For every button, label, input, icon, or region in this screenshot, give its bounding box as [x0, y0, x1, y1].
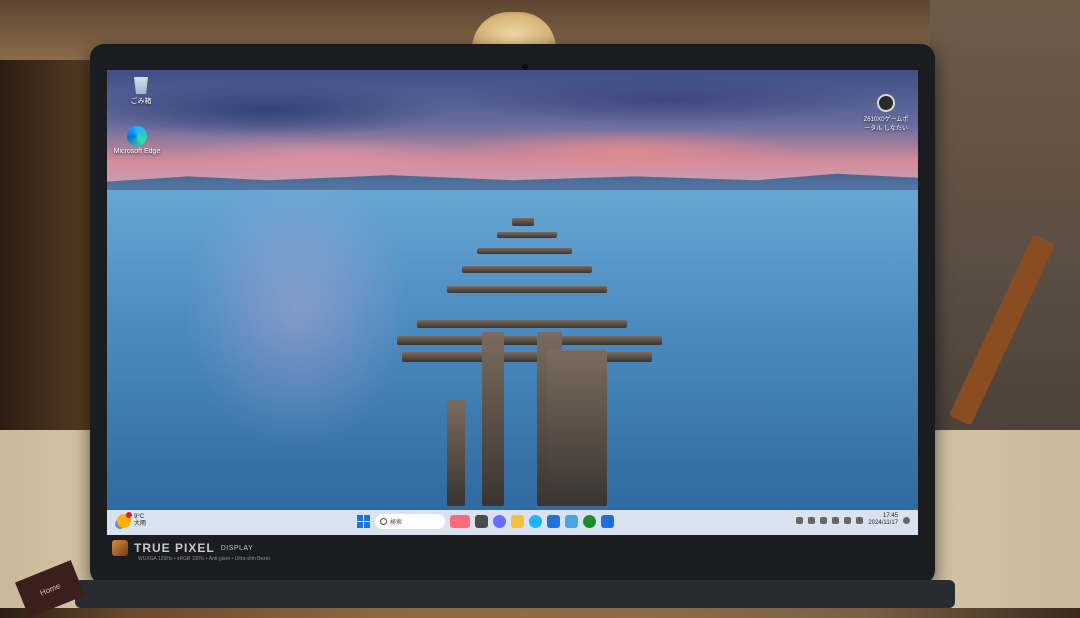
ime-icon[interactable] — [820, 516, 828, 524]
system-tray: 17:45 2024/11/17 — [796, 513, 910, 527]
desktop-icon-recycle-bin[interactable]: ごみ箱 — [115, 74, 167, 106]
taskbar-search[interactable]: 検索 — [375, 514, 445, 529]
edge-icon — [127, 126, 147, 146]
notification-badge — [126, 512, 132, 518]
laptop-brand: TRUE PIXEL DISPLAY — [112, 540, 253, 556]
clock-date: 2024/11/17 — [868, 520, 898, 526]
weather-temp: 9°C — [134, 514, 145, 520]
mail-icon[interactable] — [601, 515, 614, 528]
laptop-base — [75, 580, 955, 608]
desktop-icon-label: Microsoft Edge — [113, 148, 161, 155]
weather-condition: 大雨 — [134, 521, 147, 527]
clock-time: 17:45 — [882, 513, 898, 519]
notification-icon[interactable] — [903, 516, 910, 524]
taskbar: 9°C 大雨 検索 17:45 2024/11/17 — [107, 510, 918, 535]
search-icon — [380, 518, 387, 525]
desktop-icon-label: ごみ箱 — [130, 98, 152, 105]
start-button[interactable] — [357, 515, 370, 528]
edge-taskbar-icon[interactable] — [529, 515, 542, 528]
search-placeholder: 検索 — [390, 520, 403, 526]
xbox-icon[interactable] — [583, 515, 596, 528]
desktop-icon-edge[interactable]: Microsoft Edge — [111, 126, 163, 155]
taskview-icon[interactable] — [475, 515, 488, 528]
battery-icon[interactable] — [856, 516, 864, 524]
weather-widget[interactable]: 9°C 大雨 — [117, 512, 147, 528]
clock[interactable]: 17:45 2024/11/17 — [868, 513, 898, 527]
laptop-screen: ごみ箱 Microsoft Edge Z610X0ゲームポータル しなたい 9°… — [107, 70, 918, 535]
brand-subtext: WUXGA 120Hz • sRGB 100% • Anti-glare • U… — [138, 556, 270, 562]
recycle-bin-icon — [134, 77, 148, 94]
photos-icon[interactable] — [565, 515, 578, 528]
chevron-up-icon[interactable] — [796, 516, 804, 524]
volume-icon[interactable] — [844, 516, 852, 524]
store-icon[interactable] — [547, 515, 560, 528]
desktop-icon-label: Z610X0ゲームポータル しなたい — [863, 117, 909, 132]
brand-suffix: DISPLAY — [220, 544, 254, 552]
brand-logo-icon — [112, 540, 128, 556]
copilot-icon[interactable] — [493, 515, 506, 528]
language-icon[interactable] — [808, 516, 816, 524]
desktop-icon-portal[interactable]: Z610X0ゲームポータル しなたい — [862, 94, 910, 132]
search-app-icon[interactable] — [450, 515, 470, 528]
wallpaper-pier — [107, 70, 918, 510]
wifi-icon[interactable] — [832, 516, 840, 524]
file-explorer-icon[interactable] — [511, 515, 524, 528]
taskbar-center: 検索 — [357, 514, 614, 529]
portal-icon — [877, 94, 895, 112]
brand-name: TRUE PIXEL — [134, 541, 215, 555]
